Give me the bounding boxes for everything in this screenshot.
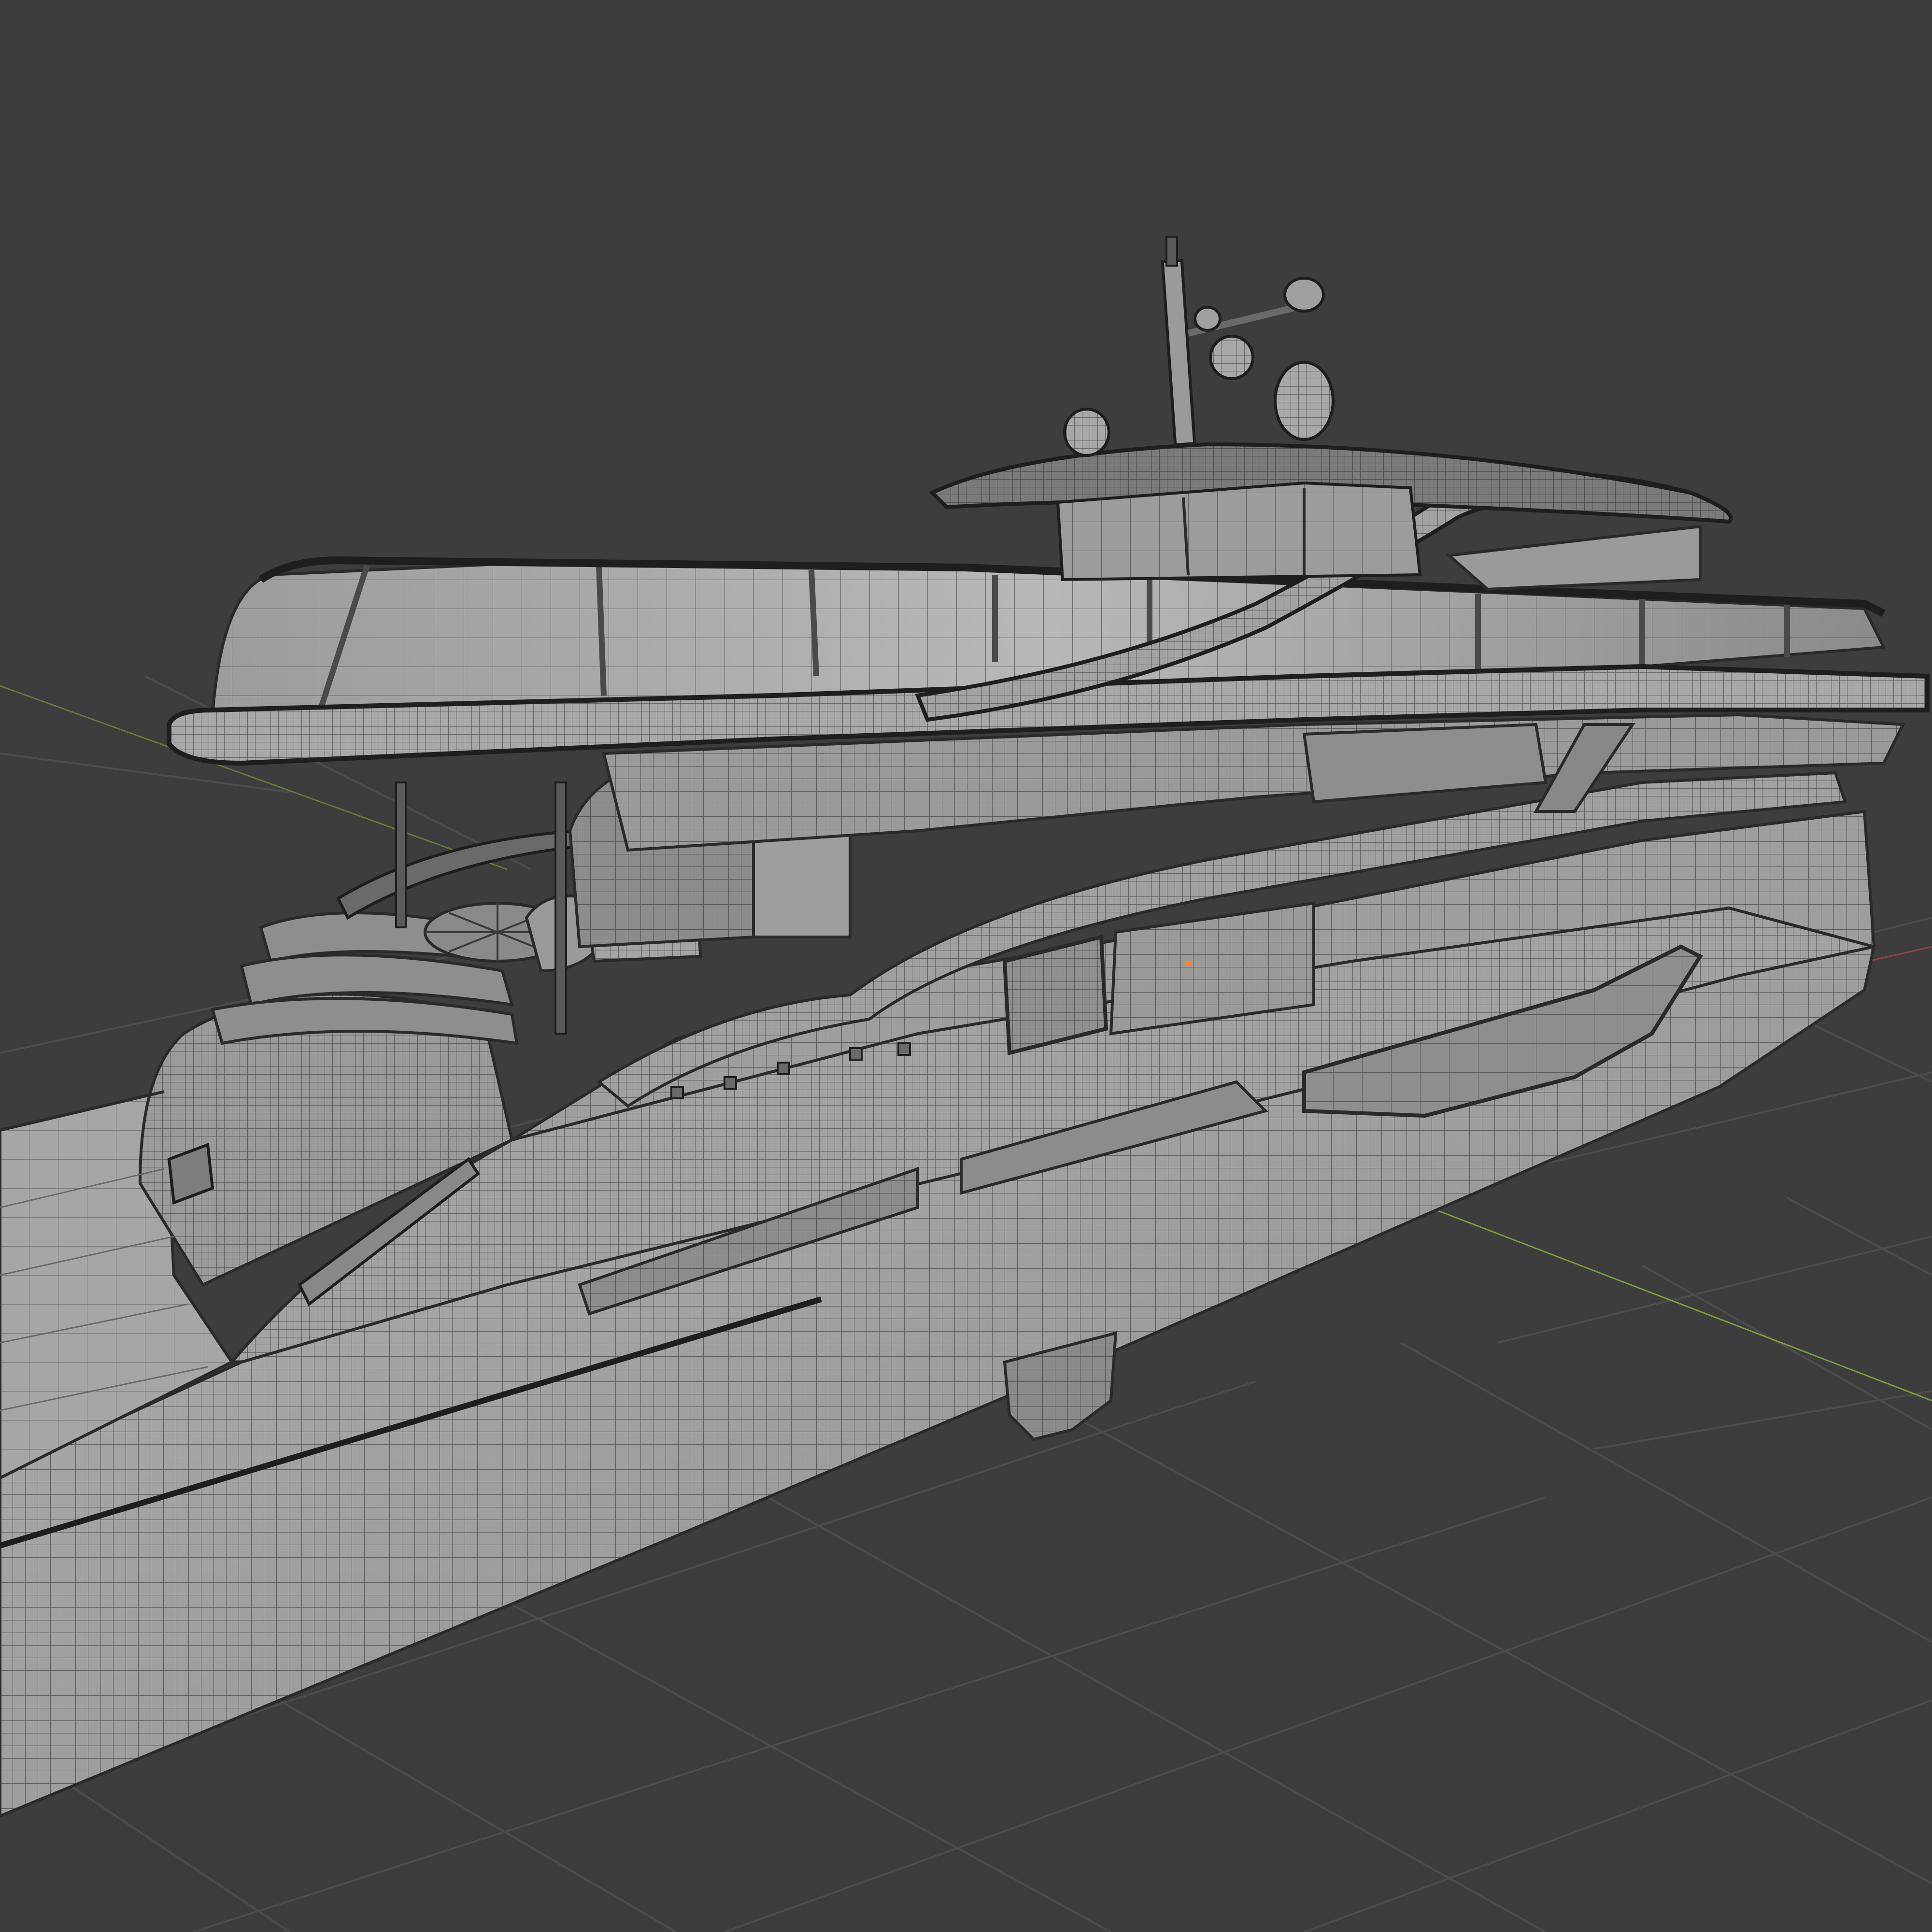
pilothouse-aft-glass <box>1445 525 1702 591</box>
horn-speaker <box>1283 277 1325 313</box>
viewport-canvas[interactable] <box>0 0 1932 1932</box>
y-axis-line-far <box>1429 1207 1932 1402</box>
radar-domes <box>1063 277 1335 457</box>
mast <box>1161 258 1196 447</box>
3d-viewport[interactable] <box>0 0 1932 1932</box>
radar-arch[interactable] <box>929 236 1733 591</box>
support-pillar <box>395 781 407 928</box>
horn-speaker <box>1193 306 1222 332</box>
mast-top <box>1165 236 1178 267</box>
object-origin-dot <box>1185 961 1191 966</box>
band-window <box>1302 723 1548 804</box>
support-pillar <box>554 781 567 1035</box>
